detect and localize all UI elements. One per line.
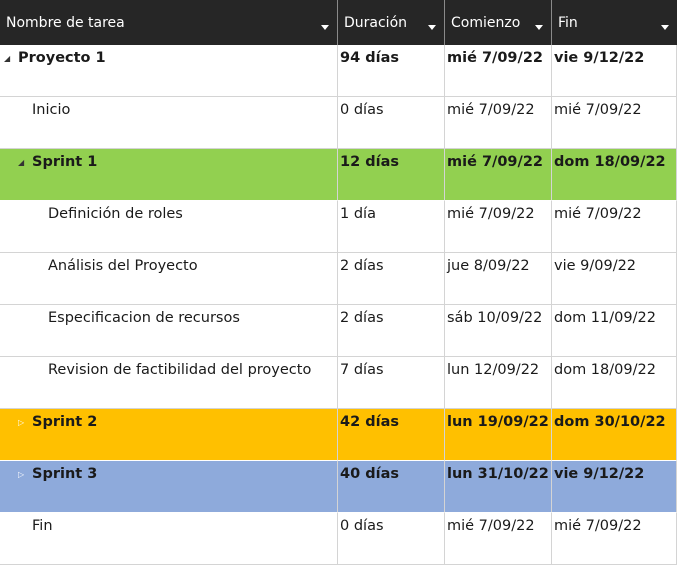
end-cell[interactable]: mié 7/09/22 — [552, 97, 677, 149]
duration-cell[interactable]: 12 días — [338, 149, 445, 201]
duration-cell[interactable]: 42 días — [338, 409, 445, 461]
collapse-triangle-icon[interactable]: ◢ — [4, 50, 16, 68]
start-cell[interactable]: mié 7/09/22 — [445, 97, 552, 149]
duration-cell[interactable]: 94 días — [338, 45, 445, 97]
task-name: Inicio — [32, 102, 71, 118]
table-row-especificacion-de-recursos[interactable]: Especificacion de recursos 2 días sáb 10… — [0, 305, 677, 357]
column-header-duration[interactable]: Duración — [338, 0, 445, 45]
end-cell[interactable]: mié 7/09/22 — [552, 513, 677, 565]
task-name: Proyecto 1 — [18, 50, 106, 66]
task-name-cell[interactable]: Análisis del Proyecto — [0, 253, 338, 305]
grid-header: Nombre de tarea Duración Comienzo Fin — [0, 0, 677, 45]
table-row-proyecto-1[interactable]: ◢ Proyecto 1 94 días mié 7/09/22 vie 9/1… — [0, 45, 677, 97]
duration-cell[interactable]: 0 días — [338, 513, 445, 565]
task-name-cell[interactable]: Fin — [0, 513, 338, 565]
column-header-name[interactable]: Nombre de tarea — [0, 0, 338, 45]
task-name-cell[interactable]: ◢ Proyecto 1 — [0, 45, 338, 97]
start-cell[interactable]: mié 7/09/22 — [445, 149, 552, 201]
end-cell[interactable]: dom 18/09/22 — [552, 149, 677, 201]
start-cell[interactable]: sáb 10/09/22 — [445, 305, 552, 357]
collapse-triangle-icon[interactable]: ◢ — [18, 154, 30, 172]
table-row-analisis-del-proyecto[interactable]: Análisis del Proyecto 2 días jue 8/09/22… — [0, 253, 677, 305]
table-row-sprint-2[interactable]: ▷ Sprint 2 42 días lun 19/09/22 dom 30/1… — [0, 409, 677, 461]
end-cell[interactable]: vie 9/09/22 — [552, 253, 677, 305]
start-cell[interactable]: lun 31/10/22 — [445, 461, 552, 513]
start-cell[interactable]: mié 7/09/22 — [445, 45, 552, 97]
end-cell[interactable]: vie 9/12/22 — [552, 461, 677, 513]
column-header-end[interactable]: Fin — [552, 0, 677, 45]
task-name: Sprint 3 — [32, 466, 98, 482]
end-cell[interactable]: dom 30/10/22 — [552, 409, 677, 461]
duration-cell[interactable]: 0 días — [338, 97, 445, 149]
duration-cell[interactable]: 2 días — [338, 253, 445, 305]
task-name-cell[interactable]: Inicio — [0, 97, 338, 149]
start-cell[interactable]: mié 7/09/22 — [445, 201, 552, 253]
table-row-inicio[interactable]: Inicio 0 días mié 7/09/22 mié 7/09/22 — [0, 97, 677, 149]
task-name-cell[interactable]: ◢ Sprint 1 — [0, 149, 338, 201]
start-cell[interactable]: lun 12/09/22 — [445, 357, 552, 409]
duration-cell[interactable]: 2 días — [338, 305, 445, 357]
table-row-sprint-3[interactable]: ▷ Sprint 3 40 días lun 31/10/22 vie 9/12… — [0, 461, 677, 513]
task-name-cell[interactable]: Revision de factibilidad del proyecto — [0, 357, 338, 409]
task-name: Sprint 1 — [32, 154, 98, 170]
task-grid: Nombre de tarea Duración Comienzo Fin ◢ … — [0, 0, 677, 565]
task-name-cell[interactable]: ▷ Sprint 3 — [0, 461, 338, 513]
task-name: Definición de roles — [48, 206, 183, 222]
start-cell[interactable]: jue 8/09/22 — [445, 253, 552, 305]
table-row-revision-de-factibilidad[interactable]: Revision de factibilidad del proyecto 7 … — [0, 357, 677, 409]
task-name: Revision de factibilidad del proyecto — [48, 362, 312, 378]
table-row-sprint-1[interactable]: ◢ Sprint 1 12 días mié 7/09/22 dom 18/09… — [0, 149, 677, 201]
expand-triangle-icon[interactable]: ▷ — [18, 414, 30, 432]
end-cell[interactable]: dom 18/09/22 — [552, 357, 677, 409]
table-row-fin[interactable]: Fin 0 días mié 7/09/22 mié 7/09/22 — [0, 513, 677, 565]
task-name: Análisis del Proyecto — [48, 258, 198, 274]
end-cell[interactable]: vie 9/12/22 — [552, 45, 677, 97]
expand-triangle-icon[interactable]: ▷ — [18, 466, 30, 484]
start-cell[interactable]: mié 7/09/22 — [445, 513, 552, 565]
filter-dropdown-icon[interactable] — [428, 25, 436, 30]
end-cell[interactable]: mié 7/09/22 — [552, 201, 677, 253]
filter-dropdown-icon[interactable] — [661, 25, 669, 30]
task-name-cell[interactable]: Especificacion de recursos — [0, 305, 338, 357]
start-cell[interactable]: lun 19/09/22 — [445, 409, 552, 461]
end-cell[interactable]: dom 11/09/22 — [552, 305, 677, 357]
duration-cell[interactable]: 7 días — [338, 357, 445, 409]
task-name: Sprint 2 — [32, 414, 98, 430]
duration-cell[interactable]: 40 días — [338, 461, 445, 513]
filter-dropdown-icon[interactable] — [321, 25, 329, 30]
filter-dropdown-icon[interactable] — [535, 25, 543, 30]
task-name-cell[interactable]: Definición de roles — [0, 201, 338, 253]
task-name-cell[interactable]: ▷ Sprint 2 — [0, 409, 338, 461]
table-row-definicion-de-roles[interactable]: Definición de roles 1 día mié 7/09/22 mi… — [0, 201, 677, 253]
task-name: Especificacion de recursos — [48, 310, 240, 326]
duration-cell[interactable]: 1 día — [338, 201, 445, 253]
task-name: Fin — [32, 518, 53, 534]
column-header-start[interactable]: Comienzo — [445, 0, 552, 45]
